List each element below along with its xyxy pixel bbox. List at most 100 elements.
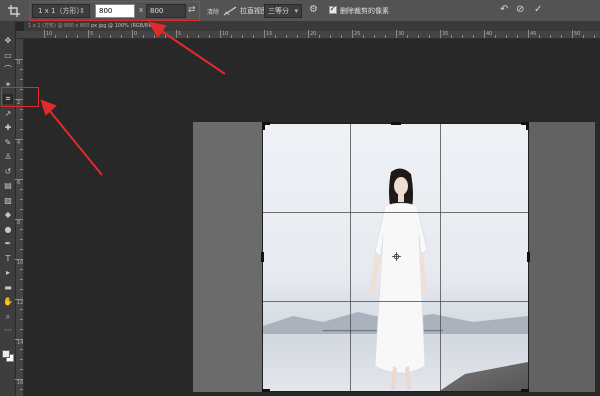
- ruler-tick: [594, 35, 595, 38]
- view-overlay-dropdown[interactable]: 三等分 ▾: [264, 4, 302, 18]
- crop-handle-top-right[interactable]: [526, 122, 529, 130]
- extra-tools-icon[interactable]: ···: [3, 326, 13, 336]
- ruler-horizontal: 10 5 0 5 10 15 20 25 30 35 40 45 50: [16, 30, 600, 39]
- ruler-tick: [198, 35, 199, 38]
- ruler-tick: [154, 35, 155, 38]
- pen-tool-icon[interactable]: ✒: [3, 239, 13, 249]
- ruler-tick: [20, 189, 23, 190]
- document-tab-title: 1 x 1 (方形) @ 800 x 800 px jpg @ 100% (RG…: [28, 23, 160, 30]
- ruler-tick: [220, 30, 221, 38]
- ruler-tick: [20, 389, 23, 390]
- ruler-tick: [20, 359, 23, 360]
- ruler-tick: [110, 35, 111, 38]
- ruler-tick: [77, 35, 78, 38]
- crop-handle-top-left[interactable]: [262, 122, 265, 130]
- ruler-tick-label: 10: [222, 31, 229, 37]
- ruler-tick: [99, 35, 100, 38]
- ruler-tick: [286, 35, 287, 38]
- ruler-tick: [15, 379, 23, 380]
- ruler-tick: [242, 35, 243, 38]
- ruler-tick: [440, 30, 441, 38]
- ruler-tick: [341, 35, 342, 38]
- ruler-tick: [15, 339, 23, 340]
- ruler-tick: [143, 35, 144, 38]
- clear-button[interactable]: 清除: [207, 7, 219, 16]
- ruler-tick-label: 35: [442, 31, 449, 37]
- ruler-tick-label: 5: [90, 31, 94, 37]
- crop-tool-preset-icon[interactable]: [8, 5, 20, 17]
- gear-icon[interactable]: ⚙: [309, 4, 318, 15]
- ruler-tick: [275, 35, 276, 38]
- ruler-tick: [15, 139, 23, 140]
- shape-tool-icon[interactable]: ▬: [3, 283, 13, 293]
- move-tool-icon[interactable]: ✥: [3, 36, 13, 46]
- commit-check-icon[interactable]: ✓: [534, 4, 542, 15]
- ruler-tick: [253, 35, 254, 38]
- crop-handle-bottom-right[interactable]: [521, 389, 529, 392]
- straighten-label: 拉直: [240, 7, 254, 15]
- zoom-tool-icon[interactable]: ⌕: [3, 312, 13, 322]
- ruler-tick-label: 12: [17, 300, 24, 306]
- ruler-tick: [308, 30, 309, 38]
- lasso-tool-icon[interactable]: ⌒: [3, 65, 13, 75]
- crop-handle-bottom-left[interactable]: [262, 389, 270, 392]
- ruler-tick: [44, 30, 45, 38]
- annotation-highlight-box: [29, 1, 200, 21]
- ruler-tick: [66, 35, 67, 38]
- ruler-tick-label: 15: [266, 31, 273, 37]
- foreground-color-swatch[interactable]: [2, 350, 10, 358]
- eyedropper-tool-icon[interactable]: ↗: [3, 109, 13, 119]
- ruler-tick: [495, 35, 496, 38]
- crop-handle-right[interactable]: [527, 252, 530, 262]
- ruler-tick: [165, 35, 166, 38]
- ruler-tick: [20, 279, 23, 280]
- ruler-tick-label: 0: [134, 31, 138, 37]
- marquee-tool-icon[interactable]: ▭: [3, 51, 13, 61]
- path-select-tool-icon[interactable]: ▸: [3, 268, 13, 278]
- straighten-icon[interactable]: [223, 6, 237, 16]
- healing-tool-icon[interactable]: ✚: [3, 123, 13, 133]
- dodge-tool-icon[interactable]: ●: [3, 225, 13, 235]
- ruler-tick: [15, 259, 23, 260]
- ruler-tick: [429, 35, 430, 38]
- eraser-tool-icon[interactable]: ▤: [3, 181, 13, 191]
- ruler-tick-label: 40: [486, 31, 493, 37]
- ruler-tick: [561, 35, 562, 38]
- brush-tool-icon[interactable]: ✎: [3, 138, 13, 148]
- hand-tool-icon[interactable]: ✋: [3, 297, 13, 307]
- ruler-tick: [209, 35, 210, 38]
- ruler-tick: [20, 249, 23, 250]
- ruler-tick: [319, 35, 320, 38]
- ruler-tick: [385, 35, 386, 38]
- ruler-tick: [20, 109, 23, 110]
- type-tool-icon[interactable]: T: [3, 254, 13, 264]
- ruler-tick: [20, 199, 23, 200]
- ruler-tick: [15, 179, 23, 180]
- chevron-down-icon: ▾: [294, 7, 298, 15]
- crop-center-crosshair-icon: [392, 252, 401, 261]
- ruler-tick: [572, 30, 573, 38]
- ruler-tick-label: 6: [17, 180, 21, 186]
- blur-tool-icon[interactable]: ◆: [3, 210, 13, 220]
- ruler-tick: [15, 219, 23, 220]
- stamp-tool-icon[interactable]: ♙: [3, 152, 13, 162]
- crop-handle-left[interactable]: [261, 252, 264, 262]
- ruler-tick-label: 5: [178, 31, 182, 37]
- ruler-tick: [20, 159, 23, 160]
- ruler-tick: [15, 299, 23, 300]
- checkmark-icon: ✓: [329, 4, 337, 13]
- crop-handle-top[interactable]: [391, 122, 401, 125]
- document-tab[interactable]: 1 x 1 (方形) @ 800 x 800 px jpg @ 100% (RG…: [24, 22, 600, 31]
- ruler-tick: [462, 35, 463, 38]
- cancel-icon[interactable]: ⊘: [516, 4, 524, 15]
- ruler-tick-label: 50: [574, 31, 581, 37]
- photoshop-window: 1 x 1（方形） ⇕ 800 x 800 ⇄ 清除 拉直 视图: 三等分 ▾ …: [0, 0, 600, 396]
- ruler-tick: [20, 239, 23, 240]
- ruler-tick: [20, 79, 23, 80]
- ruler-tick: [20, 149, 23, 150]
- ruler-tick: [20, 269, 23, 270]
- ruler-tick: [363, 35, 364, 38]
- gradient-tool-icon[interactable]: ▨: [3, 196, 13, 206]
- history-brush-tool-icon[interactable]: ↺: [3, 167, 13, 177]
- reset-icon[interactable]: ↶: [500, 4, 508, 15]
